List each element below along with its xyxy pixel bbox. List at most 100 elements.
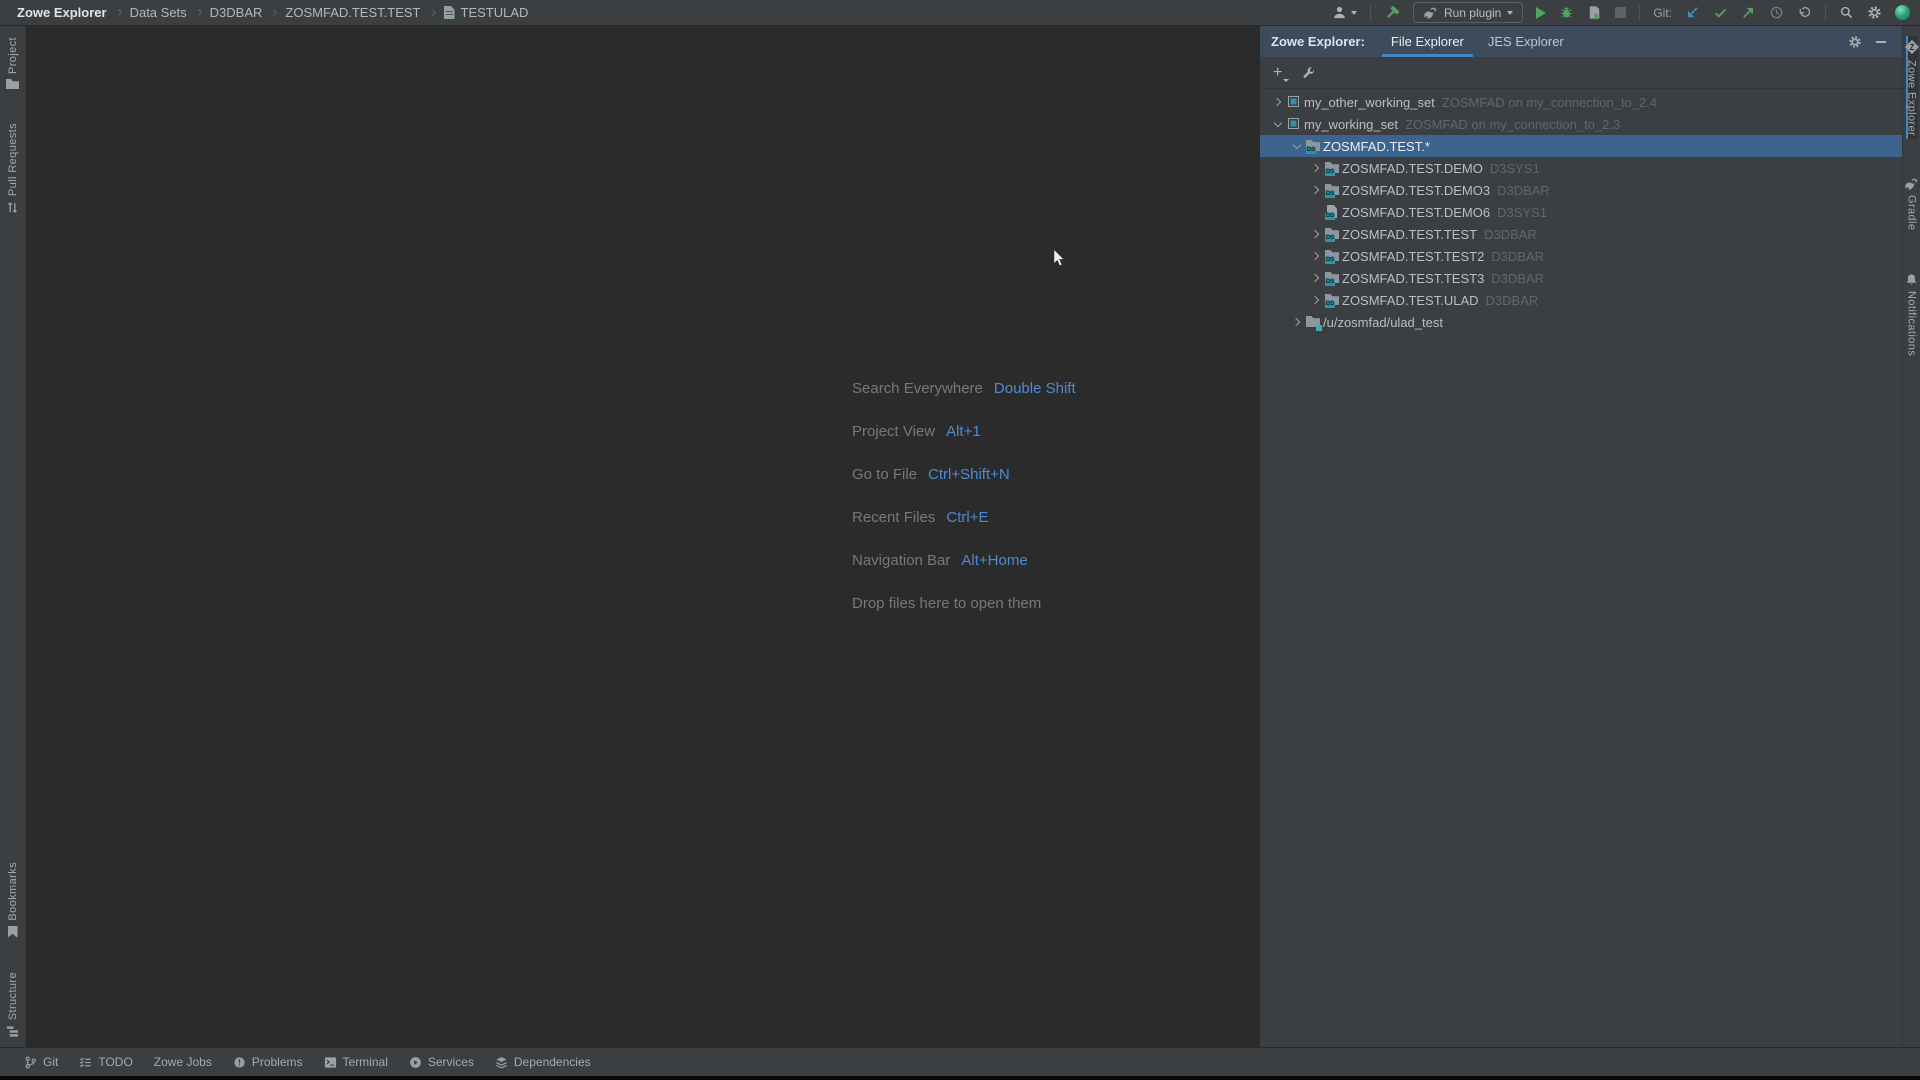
terminal-icon: [324, 1056, 337, 1069]
gear-icon: [1867, 5, 1882, 20]
tree-row[interactable]: DS ZOSMFAD.TEST.DEMO3 D3DBAR: [1260, 179, 1902, 201]
build-project-button[interactable]: [1384, 5, 1400, 21]
uss-folder-icon: [1306, 315, 1321, 329]
shortcut-label: Search Everywhere: [852, 380, 983, 397]
breadcrumb-item[interactable]: TESTULAD: [461, 5, 529, 20]
run-button[interactable]: [1536, 7, 1546, 19]
tool-window-button[interactable]: Zowe Jobs: [154, 1055, 212, 1069]
stripe-project-button[interactable]: Project: [6, 34, 19, 92]
rollback-button[interactable]: [1797, 5, 1812, 20]
debug-button[interactable]: [1559, 5, 1574, 20]
tree-item-info: D3SYS1: [1490, 161, 1540, 176]
tree-row[interactable]: DS ZOSMFAD.TEST.DEMO6 D3SYS1: [1260, 201, 1902, 223]
tree-row[interactable]: my_working_set ZOSMFAD on my_connection_…: [1260, 113, 1902, 135]
tree-row[interactable]: DS ZOSMFAD.TEST.DEMO D3SYS1: [1260, 157, 1902, 179]
chevron-right-icon[interactable]: [1308, 223, 1323, 245]
stop-button[interactable]: [1615, 7, 1626, 18]
push-button[interactable]: [1741, 5, 1756, 20]
tab-jes-explorer[interactable]: JES Explorer: [1476, 26, 1576, 57]
user-menu-button[interactable]: [1332, 5, 1357, 20]
tab-file-explorer[interactable]: File Explorer: [1379, 26, 1476, 57]
right-tool-stripe: Zowe Explorer Gradle Notifica: [1902, 26, 1920, 1047]
stripe-gradle-button[interactable]: Gradle: [1904, 175, 1919, 233]
tree-row[interactable]: my_other_working_set ZOSMFAD on my_conne…: [1260, 91, 1902, 113]
chevron-right-icon[interactable]: [1270, 91, 1285, 113]
chevron-right-icon[interactable]: [1308, 289, 1323, 311]
breadcrumb-item[interactable]: D3DBAR: [210, 5, 263, 20]
tool-window-button[interactable]: Terminal: [324, 1055, 388, 1069]
tree-row[interactable]: DS ZOSMFAD.TEST.*: [1260, 135, 1902, 157]
tool-window-label: Problems: [252, 1055, 303, 1069]
dataset-folder-icon: DS: [1325, 183, 1340, 197]
tree-row[interactable]: DS ZOSMFAD.TEST.TEST D3DBAR: [1260, 223, 1902, 245]
user-icon: [1332, 5, 1347, 20]
chevron-down-icon[interactable]: [1270, 113, 1285, 135]
editor-area[interactable]: Search EverywhereDouble Shift Project Vi…: [26, 26, 1259, 1047]
chevron-right-icon[interactable]: [1289, 311, 1304, 333]
stripe-structure-button[interactable]: Structure: [6, 969, 19, 1041]
panel-title: Zowe Explorer:: [1271, 34, 1365, 49]
shortcut-label: Recent Files: [852, 509, 935, 526]
working-set-icon: [1287, 95, 1302, 109]
settings-button[interactable]: [1867, 5, 1882, 20]
wrench-icon[interactable]: [1302, 66, 1316, 80]
stripe-zowe-explorer-button[interactable]: Zowe Explorer: [1906, 36, 1918, 139]
add-icon[interactable]: [1273, 65, 1287, 81]
run-configuration-select[interactable]: Run plugin: [1413, 2, 1523, 23]
profile-icon[interactable]: [1895, 5, 1910, 20]
tool-window-button[interactable]: Dependencies: [495, 1055, 591, 1069]
chevron-right-icon[interactable]: [1308, 245, 1323, 267]
mouse-cursor: [1052, 248, 1070, 267]
commit-button[interactable]: [1713, 5, 1728, 20]
file-tree: my_other_working_set ZOSMFAD on my_conne…: [1260, 89, 1902, 1047]
chevron-right-icon: [195, 9, 202, 16]
ds-badge: DS: [1325, 191, 1335, 198]
working-set-icon: [1287, 117, 1302, 131]
shortcut-label: Navigation Bar: [852, 552, 950, 569]
tool-window-button[interactable]: Problems: [233, 1055, 303, 1069]
breadcrumb-project[interactable]: Zowe Explorer: [17, 5, 107, 20]
stripe-label: Bookmarks: [7, 862, 19, 921]
gear-icon: [1848, 35, 1862, 49]
structure-icon: [6, 1025, 19, 1038]
tree-row[interactable]: DS ZOSMFAD.TEST.TEST2 D3DBAR: [1260, 245, 1902, 267]
tree-item-label: ZOSMFAD.TEST.TEST: [1342, 227, 1477, 242]
tool-window-button[interactable]: TODO: [79, 1055, 132, 1069]
tree-row[interactable]: /u/zosmfad/ulad_test: [1260, 311, 1902, 333]
todo-list-icon: [79, 1056, 92, 1069]
dataset-member-icon: [444, 6, 455, 19]
checkmark-icon: [1713, 5, 1728, 20]
breadcrumb-item[interactable]: Data Sets: [130, 5, 187, 20]
stripe-pull-requests-button[interactable]: Pull Requests: [6, 120, 19, 217]
chevron-down-icon[interactable]: [1289, 135, 1304, 157]
ds-badge: DS: [1325, 235, 1335, 242]
chevron-down-icon: [1351, 11, 1357, 15]
dataset-folder-icon: DS: [1325, 161, 1340, 175]
stripe-label: Structure: [7, 972, 19, 1020]
chevron-right-icon[interactable]: [1308, 157, 1323, 179]
search-icon: [1839, 5, 1854, 20]
stripe-bookmarks-button[interactable]: Bookmarks: [7, 859, 19, 941]
tool-window-button[interactable]: Git: [24, 1055, 58, 1069]
empty-editor-shortcuts: Search EverywhereDouble Shift Project Vi…: [852, 367, 1076, 625]
dataset-folder-icon: DS: [1325, 249, 1340, 263]
panel-settings-button[interactable]: [1848, 35, 1862, 49]
hide-panel-button[interactable]: [1876, 41, 1886, 43]
breadcrumb-item[interactable]: ZOSMFAD.TEST.TEST: [285, 5, 420, 20]
chevron-right-icon[interactable]: [1308, 179, 1323, 201]
left-tool-stripe: Project Pull Requests Bookmarks: [0, 26, 26, 1047]
stripe-label: Zowe Explorer: [1906, 60, 1918, 136]
chevron-down-icon: [1507, 11, 1513, 15]
main-toolbar: Zowe Explorer Data Sets D3DBAR ZOSMFAD.T…: [0, 0, 1920, 26]
bell-icon: [1905, 273, 1918, 286]
local-history-button[interactable]: [1769, 5, 1784, 20]
update-project-button[interactable]: [1685, 5, 1700, 20]
stripe-notifications-button[interactable]: Notifications: [1905, 270, 1918, 359]
tree-row[interactable]: DS ZOSMFAD.TEST.TEST3 D3DBAR: [1260, 267, 1902, 289]
tool-window-button[interactable]: Services: [409, 1055, 474, 1069]
bookmark-icon: [8, 926, 18, 938]
tree-row[interactable]: DS ZOSMFAD.TEST.ULAD D3DBAR: [1260, 289, 1902, 311]
run-with-coverage-button[interactable]: [1587, 5, 1602, 20]
chevron-right-icon[interactable]: [1308, 267, 1323, 289]
search-everywhere-button[interactable]: [1839, 5, 1854, 20]
